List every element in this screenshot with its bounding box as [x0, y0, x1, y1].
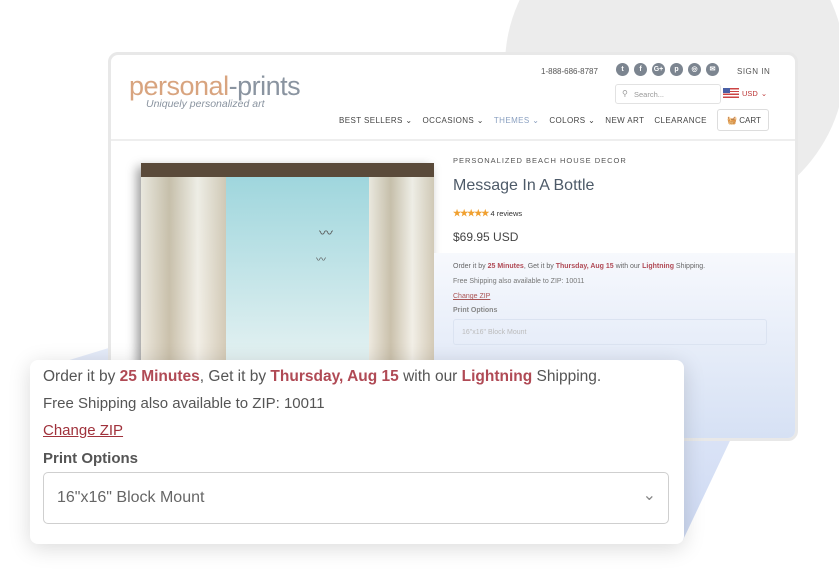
- print-options-label-small: Print Options: [453, 307, 498, 314]
- change-zip-link-small[interactable]: Change ZIP: [453, 293, 490, 300]
- email-icon[interactable]: ✉: [706, 63, 719, 76]
- seagull-icon: 〰: [319, 225, 333, 241]
- us-flag-icon: [723, 88, 739, 98]
- header-divider: [111, 139, 795, 141]
- product-price: $69.95 USD: [453, 230, 519, 244]
- shipping-message: Order it by 25 Minutes, Get it by Thursd…: [43, 368, 602, 385]
- change-zip-link[interactable]: Change ZIP: [43, 422, 123, 439]
- sign-in-link[interactable]: SIGN IN: [737, 67, 770, 76]
- nav-new-art[interactable]: NEW ART: [605, 116, 644, 125]
- search-icon: ⚲: [622, 89, 628, 98]
- print-options-select-small[interactable]: 16"x16" Block Mount: [453, 319, 767, 345]
- logo[interactable]: personal-prints Uniquely personalized ar…: [129, 71, 301, 110]
- curtain-right: [369, 177, 434, 373]
- free-shipping-small: Free Shipping also available to ZIP: 100…: [453, 278, 585, 285]
- facebook-icon[interactable]: f: [634, 63, 647, 76]
- search-input[interactable]: ⚲ Search...: [615, 84, 721, 104]
- free-shipping-text: Free Shipping also available to ZIP: 100…: [43, 395, 325, 412]
- nav-best-sellers[interactable]: BEST SELLERS ⌄: [339, 116, 413, 125]
- phone-number[interactable]: 1-888-686-8787: [541, 67, 598, 76]
- print-options-label: Print Options: [43, 450, 138, 467]
- chevron-down-icon: ⌄: [760, 88, 768, 98]
- twitter-icon[interactable]: t: [616, 63, 629, 76]
- shipping-message-small: Order it by 25 Minutes, Get it by Thursd…: [453, 263, 706, 270]
- nav-clearance[interactable]: CLEARANCE: [654, 116, 707, 125]
- product-category: PERSONALIZED BEACH HOUSE DECOR: [453, 156, 627, 165]
- zoom-callout: Order it by 25 Minutes, Get it by Thursd…: [30, 360, 684, 544]
- social-links: t f G+ p ◎ ✉: [616, 63, 719, 76]
- product-image[interactable]: 〰 〰: [141, 163, 434, 373]
- rating[interactable]: ★★★★★ 4 reviews: [453, 208, 522, 219]
- chevron-down-icon: ⌄: [642, 487, 656, 504]
- main-nav: BEST SELLERS ⌄ OCCASIONS ⌄ THEMES ⌄ COLO…: [339, 116, 707, 125]
- instagram-icon[interactable]: ◎: [688, 63, 701, 76]
- star-rating-icon: ★★★★★: [453, 208, 489, 218]
- google-plus-icon[interactable]: G+: [652, 63, 665, 76]
- basket-icon: 🧺: [727, 116, 737, 125]
- cart-button[interactable]: 🧺 CART: [717, 109, 769, 131]
- print-options-select[interactable]: 16"x16" Block Mount ⌄: [43, 472, 669, 524]
- nav-occasions[interactable]: OCCASIONS ⌄: [423, 116, 484, 125]
- seagull-icon: 〰: [316, 255, 326, 266]
- nav-colors[interactable]: COLORS ⌄: [549, 116, 595, 125]
- pinterest-icon[interactable]: p: [670, 63, 683, 76]
- product-title: Message In A Bottle: [453, 177, 595, 194]
- currency-select[interactable]: USD ⌄: [723, 88, 767, 98]
- curtain-left: [141, 177, 226, 373]
- nav-themes[interactable]: THEMES ⌄: [494, 116, 539, 125]
